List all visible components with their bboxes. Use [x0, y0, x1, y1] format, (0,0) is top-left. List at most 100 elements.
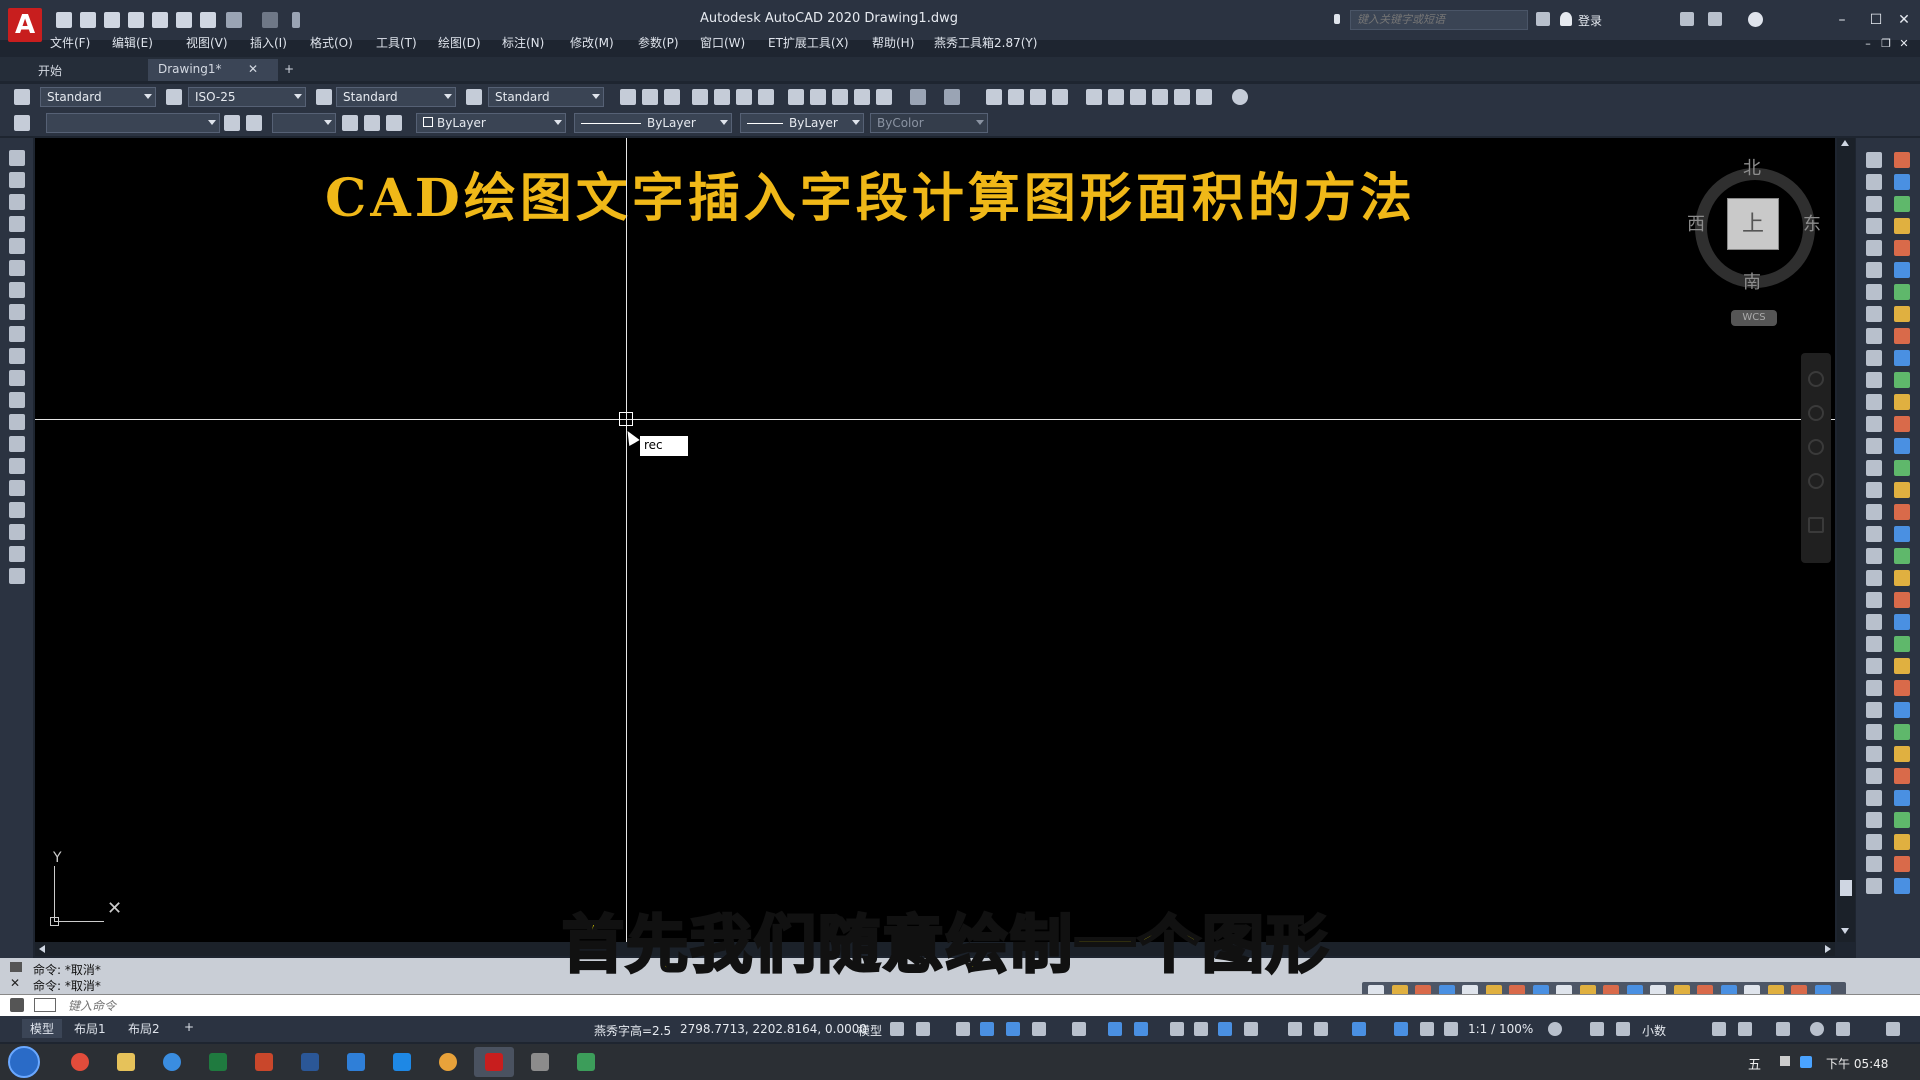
modify-tool-icon[interactable] — [1866, 394, 1882, 410]
system-clock[interactable]: 下午 05:48 — [1826, 1055, 1888, 1072]
ucs-origin-icon[interactable] — [50, 917, 59, 926]
yanxiu-tool-icon[interactable] — [1894, 504, 1910, 520]
object-snap-icon[interactable] — [1134, 1022, 1148, 1036]
taskbar-app[interactable] — [336, 1047, 376, 1077]
zoom-realtime-icon[interactable] — [1008, 89, 1024, 105]
orbit-icon[interactable] — [1808, 473, 1824, 489]
modify-tool-icon[interactable] — [1866, 614, 1882, 630]
undo-icon[interactable] — [226, 12, 242, 28]
arc-icon[interactable] — [9, 260, 25, 276]
compass-east[interactable]: 东 — [1803, 210, 1821, 236]
ellipse-icon[interactable] — [9, 348, 25, 364]
doc-restore-button[interactable]: ❐ — [1876, 34, 1896, 54]
yanxiu-tool-icon[interactable] — [1894, 812, 1910, 828]
search-input[interactable] — [1350, 10, 1528, 30]
open-web-icon[interactable] — [152, 12, 168, 28]
modify-tool-icon[interactable] — [1866, 372, 1882, 388]
doc-close-button[interactable]: ✕ — [1894, 34, 1914, 54]
yanxiu-tool-icon[interactable] — [1894, 372, 1910, 388]
modify-tool-icon[interactable] — [1866, 262, 1882, 278]
publish-icon[interactable] — [736, 89, 752, 105]
modify-tool-icon[interactable] — [1866, 592, 1882, 608]
annotation-scale-icon[interactable] — [1444, 1022, 1458, 1036]
table-style-select[interactable]: Standard — [336, 87, 456, 107]
new-tab-button[interactable]: + — [280, 59, 298, 81]
drawing-canvas[interactable]: CAD绘图文字插入字段计算图形面积的方法 rec 上 北 南 东 西 WCS Y… — [35, 138, 1835, 942]
yanxiu-tool-icon[interactable] — [1894, 460, 1910, 476]
model-space-button[interactable]: 模型 — [858, 1022, 882, 1039]
paste-icon[interactable] — [832, 89, 848, 105]
modify-tool-icon[interactable] — [1866, 350, 1882, 366]
modify-tool-icon[interactable] — [1866, 504, 1882, 520]
markup-icon[interactable] — [1174, 89, 1190, 105]
color-select[interactable]: ByLayer — [416, 113, 566, 133]
layout-tab-model[interactable]: 模型 — [22, 1019, 63, 1038]
modify-tool-icon[interactable] — [1866, 768, 1882, 784]
yanxiu-tool-icon[interactable] — [1894, 218, 1910, 234]
properties-icon[interactable] — [1086, 89, 1102, 105]
lock-ui-icon[interactable] — [1738, 1022, 1752, 1036]
close-button[interactable]: ✕ — [1894, 10, 1914, 30]
new-file-icon[interactable] — [56, 12, 72, 28]
calculator-icon[interactable] — [1196, 89, 1212, 105]
ime-indicator[interactable]: 五 — [1748, 1054, 1761, 1073]
yanxiu-tool-icon[interactable] — [1894, 394, 1910, 410]
polyline-icon[interactable] — [9, 194, 25, 210]
save-icon[interactable] — [104, 12, 120, 28]
lineweight-select[interactable]: ByLayer — [740, 113, 864, 133]
tray-arrow-icon[interactable] — [1780, 1056, 1790, 1066]
yanxiu-tool-icon[interactable] — [1894, 196, 1910, 212]
taskbar-ie[interactable] — [152, 1047, 192, 1077]
modify-tool-icon[interactable] — [1866, 812, 1882, 828]
yanxiu-tool-icon[interactable] — [1894, 284, 1910, 300]
selection-filter-icon[interactable] — [1314, 1022, 1328, 1036]
make-block-icon[interactable] — [9, 414, 25, 430]
menu-item[interactable]: 格式(O) — [310, 34, 353, 51]
zoom-extents-icon[interactable] — [1808, 439, 1824, 455]
3d-print-icon[interactable] — [758, 89, 774, 105]
graphics-performance-icon[interactable] — [1810, 1022, 1824, 1036]
modify-tool-icon[interactable] — [1866, 702, 1882, 718]
annotation-scale-select[interactable]: 1:1 / 100% — [1468, 1022, 1533, 1036]
steering-wheel-icon[interactable] — [1808, 371, 1824, 387]
redo-icon[interactable] — [262, 12, 278, 28]
menu-item[interactable]: 视图(V) — [186, 34, 228, 51]
clean-screen-icon[interactable] — [1836, 1022, 1850, 1036]
menu-item[interactable]: 帮助(H) — [872, 34, 914, 51]
save-drawing-icon[interactable] — [664, 89, 680, 105]
yanxiu-tool-icon[interactable] — [1894, 790, 1910, 806]
design-center-icon[interactable] — [1108, 89, 1124, 105]
taskbar-explorer[interactable] — [106, 1047, 146, 1077]
security-shield-icon[interactable] — [1800, 1056, 1812, 1068]
gradient-icon[interactable] — [9, 480, 25, 496]
tab-start[interactable]: 开始 — [28, 59, 118, 81]
layer-previous-icon[interactable] — [342, 115, 358, 131]
copy-icon[interactable] — [810, 89, 826, 105]
wcs-menu-button[interactable]: WCS — [1731, 310, 1777, 326]
modify-tool-icon[interactable] — [1866, 526, 1882, 542]
binoculars-icon[interactable] — [1536, 12, 1550, 26]
minimize-button[interactable]: – — [1832, 10, 1852, 30]
insert-block-icon[interactable] — [9, 392, 25, 408]
menu-item[interactable]: 参数(P) — [638, 34, 679, 51]
mleader-style-select[interactable]: Standard — [488, 87, 604, 107]
linetype-select[interactable]: ByLayer — [574, 113, 732, 133]
mleader-style-icon[interactable] — [466, 89, 482, 105]
customize-quick-access-icon[interactable] — [292, 12, 300, 28]
print-icon[interactable] — [692, 89, 708, 105]
command-grip-icon[interactable] — [10, 962, 22, 972]
compass-north[interactable]: 北 — [1743, 154, 1761, 180]
modify-tool-icon[interactable] — [1866, 856, 1882, 872]
snap-icon[interactable] — [916, 1022, 930, 1036]
ucs-dynamic-icon[interactable] — [1288, 1022, 1302, 1036]
redo-toolbar-icon[interactable] — [944, 89, 960, 105]
modify-tool-icon[interactable] — [1866, 460, 1882, 476]
menu-item[interactable]: 标注(N) — [502, 34, 544, 51]
user-icon[interactable] — [1560, 12, 1572, 26]
open-drawing-icon[interactable] — [642, 89, 658, 105]
point-icon[interactable] — [9, 436, 25, 452]
undo-toolbar-icon[interactable] — [910, 89, 926, 105]
start-button[interactable] — [8, 1046, 40, 1078]
menu-item[interactable]: 燕秀工具箱2.87(Y) — [934, 34, 1037, 51]
menu-item[interactable]: 编辑(E) — [112, 34, 153, 51]
